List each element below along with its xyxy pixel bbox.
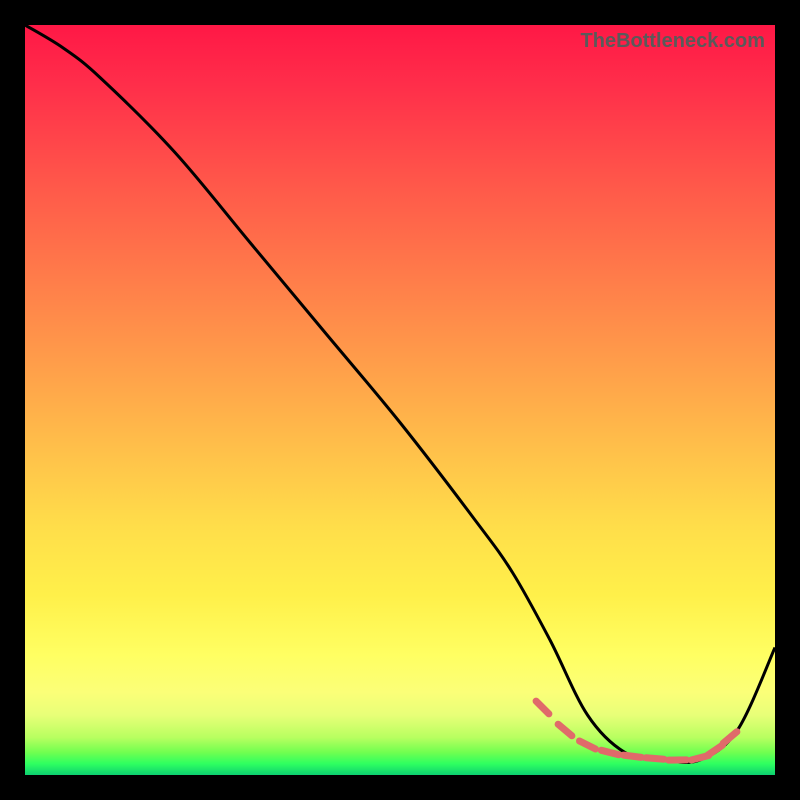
bottleneck-curve-line	[25, 25, 775, 763]
optimal-range-markers	[536, 701, 737, 760]
bottleneck-chart: TheBottleneck.com	[25, 25, 775, 775]
optimal-marker	[601, 750, 618, 754]
optimal-marker	[708, 745, 723, 755]
optimal-marker	[580, 741, 596, 749]
optimal-marker	[646, 758, 664, 759]
optimal-marker	[624, 755, 642, 757]
optimal-marker	[536, 701, 549, 714]
chart-svg	[25, 25, 775, 775]
optimal-marker	[558, 724, 572, 736]
optimal-marker	[723, 732, 737, 744]
